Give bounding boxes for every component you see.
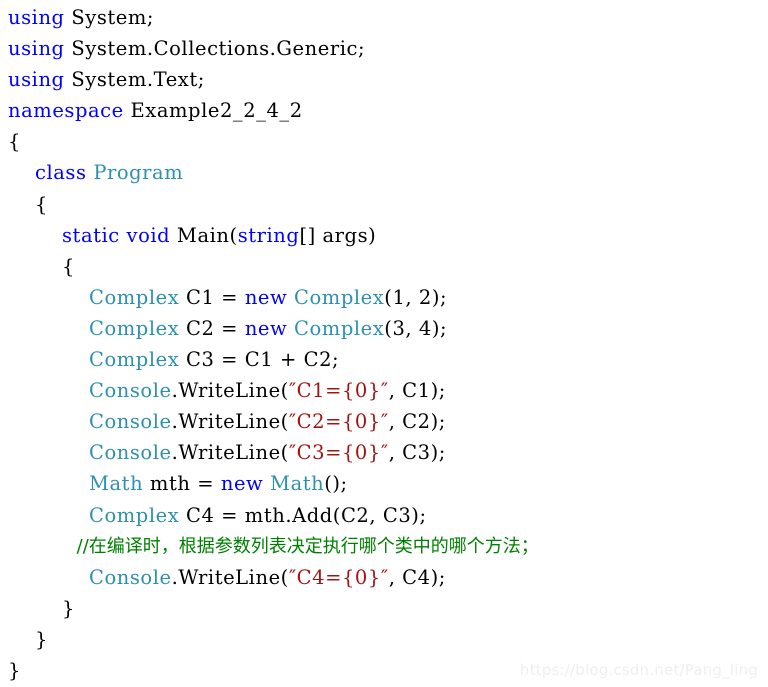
code-token-keyword: string: [237, 223, 300, 247]
code-token-plain: C3 = C1 + C2;: [179, 348, 340, 372]
code-screenshot: using System; using System.Collections.Ge…: [0, 0, 768, 687]
code-token-type: Program: [93, 161, 184, 185]
code-token-string: ″C4={0}″: [288, 565, 389, 589]
code-token-type: Console: [88, 441, 172, 465]
code-line: {: [8, 126, 768, 157]
code-line: static void Main(string[] args): [8, 220, 768, 251]
code-line: using System.Text;: [8, 64, 768, 95]
code-token-type: Console: [88, 565, 172, 589]
code-token-plain: .WriteLine(: [171, 379, 289, 403]
code-token-string: ″C2={0}″: [288, 410, 389, 434]
code-token-type: Complex: [294, 316, 385, 340]
code-token-type: Math: [270, 472, 325, 496]
code-line: Console.WriteLine(″C3={0}″, C3);: [8, 437, 768, 468]
watermark-text: https://blog.csdn.net/Pang_ling: [519, 661, 758, 679]
code-token-plain: ();: [324, 472, 348, 496]
code-token-plain: C2 =: [179, 316, 245, 340]
code-token-keyword: new: [244, 285, 288, 309]
code-token-plain: {: [62, 254, 75, 278]
code-line: Complex C2 = new Complex(3, 4);: [8, 313, 768, 344]
code-token-keyword: namespace: [8, 99, 124, 123]
code-token-type: Complex: [88, 348, 180, 372]
code-line: Complex C1 = new Complex(1, 2);: [8, 282, 768, 313]
code-token-string: ″C1={0}″: [288, 379, 389, 403]
code-token-plain: , C4);: [388, 565, 446, 589]
code-token-plain: , C1);: [388, 379, 446, 403]
code-token-keyword: new: [220, 472, 264, 496]
code-token-type: Console: [88, 379, 172, 403]
code-line: Console.WriteLine(″C1={0}″, C1);: [8, 375, 768, 406]
code-token-plain: System.Text;: [64, 68, 205, 92]
code-line: Complex C4 = mth.Add(C2, C3);: [8, 500, 768, 531]
code-token-keyword: using: [8, 6, 65, 29]
code-token-type: Complex: [294, 285, 385, 309]
code-token-keyword: new: [244, 316, 288, 340]
code-line: class Program: [8, 157, 768, 188]
code-line: Math mth = new Math();: [8, 468, 768, 499]
code-line: Console.WriteLine(″C2={0}″, C2);: [8, 406, 768, 437]
code-token-type: Math: [88, 472, 144, 496]
code-token-plain: }: [62, 596, 75, 620]
code-token-type: Complex: [88, 316, 180, 340]
code-token-keyword: class: [35, 161, 87, 185]
code-token-keyword: static void: [62, 223, 171, 247]
code-token-type: Complex: [88, 285, 180, 309]
code-line: {: [8, 189, 768, 220]
code-token-plain: , C2);: [388, 410, 446, 434]
code-token-plain: .WriteLine(: [171, 441, 289, 465]
code-token-plain: Main(: [170, 223, 238, 247]
code-token-plain: Example2_2_4_2: [123, 99, 303, 123]
code-token-plain: System;: [64, 6, 155, 29]
code-token-type: Console: [88, 410, 172, 434]
code-token-plain: }: [8, 658, 21, 682]
code-token-plain: , C3);: [388, 441, 446, 465]
code-token-plain: (1, 2);: [384, 285, 448, 309]
code-line: using System.Collections.Generic;: [8, 33, 768, 64]
code-token-plain: [] args): [299, 223, 377, 247]
code-token-plain: C4 = mth.Add(C2, C3);: [179, 503, 427, 527]
code-token-plain: {: [35, 192, 48, 216]
code-token-plain: }: [35, 627, 48, 651]
code-token-plain: mth =: [143, 472, 221, 496]
code-line: {: [8, 251, 768, 282]
code-line: namespace Example2_2_4_2: [8, 95, 768, 126]
code-token-keyword: using: [8, 68, 65, 92]
code-token-comment: //在编译时，根据参数列表决定执行哪个类中的哪个方法；: [76, 535, 539, 557]
code-listing[interactable]: using System; using System.Collections.Ge…: [8, 2, 768, 686]
code-token-string: ″C3={0}″: [288, 441, 389, 465]
code-token-keyword: using: [8, 37, 65, 61]
code-line: }: [8, 624, 768, 655]
code-token-plain: C1 =: [179, 285, 245, 309]
code-line: }: [8, 593, 768, 624]
code-token-plain: (3, 4);: [384, 316, 448, 340]
code-line: Complex C3 = C1 + C2;: [8, 344, 768, 375]
code-token-plain: {: [8, 130, 21, 154]
code-token-type: Complex: [88, 503, 180, 527]
code-token-plain: System.Collections.Generic;: [64, 37, 366, 61]
code-line: //在编译时，根据参数列表决定执行哪个类中的哪个方法；: [8, 531, 768, 562]
code-token-plain: .WriteLine(: [171, 565, 289, 589]
code-line: Console.WriteLine(″C4={0}″, C4);: [8, 562, 768, 593]
code-token-plain: .WriteLine(: [171, 410, 289, 434]
code-line: using System;: [8, 2, 768, 33]
